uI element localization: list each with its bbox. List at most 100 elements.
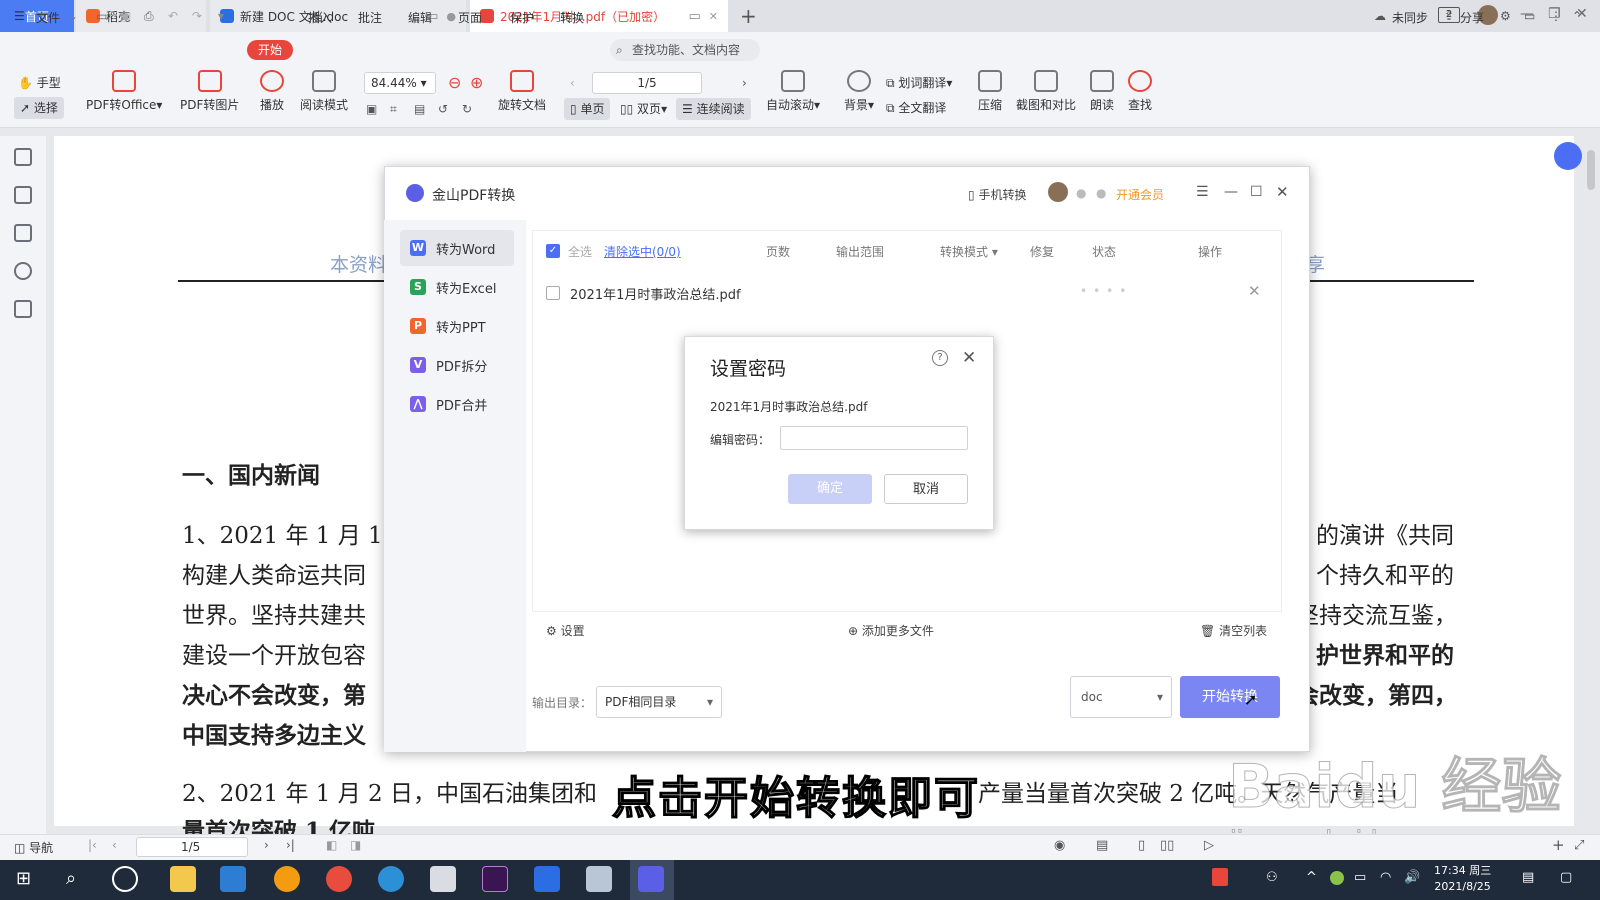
sidebar-item-pdf-merge[interactable]: ⋀ PDF合并 [400,386,514,422]
minimize-icon[interactable]: — [1224,184,1238,200]
wifi-icon[interactable]: ◠ [1380,870,1391,885]
app-icon[interactable] [430,866,456,892]
cloud-sync-icon[interactable]: ☁ [1374,9,1386,23]
settings-icon[interactable]: ⚙ [1500,9,1511,23]
read-mode-button[interactable]: 阅读模式 [300,70,348,113]
screenshot-compare-button[interactable]: 截图和对比 [1016,70,1076,113]
nav-button[interactable]: ◫ 导航 [14,839,53,856]
continuous-read-button[interactable]: ☰ 连续阅读 [676,98,751,120]
comment-icon[interactable]: ▭ [1524,9,1535,23]
find-button[interactable]: 查找 [1128,70,1152,113]
select-all-label[interactable]: 全选 [568,243,592,260]
tray-expand-icon[interactable]: ^ [1306,870,1317,885]
floating-assistant-icon[interactable] [1554,142,1582,170]
pdf-converter-icon[interactable] [638,866,664,892]
scrollbar[interactable] [1586,140,1596,820]
pdf-to-image-button[interactable]: PDF转图片 [180,70,239,113]
zoom-out-icon[interactable]: ⊖ [448,72,461,94]
next-page-icon[interactable]: › [742,72,747,94]
dialog-close-icon[interactable]: ✕ [962,348,976,368]
share-icon[interactable]: ⇪ [1444,9,1454,23]
notification-icon[interactable]: ▤ [1522,870,1534,885]
customize-icon[interactable]: ▾ [218,9,224,23]
user-avatar[interactable] [1048,182,1068,202]
close-icon[interactable]: ✕ [1276,183,1289,201]
task-view-icon[interactable] [112,866,138,892]
person-icon[interactable]: ⚇ [1266,870,1278,885]
collapse-ribbon-icon[interactable]: ⌃ [1572,9,1582,23]
phone-convert-button[interactable]: ▯ 手机转换 [968,186,1026,203]
prev-page-icon[interactable]: ‹ [570,72,575,94]
pdf-to-office-button[interactable]: PDF转Office▾ [86,70,162,113]
share-button[interactable]: 分享 [1460,9,1484,26]
zoom-in-icon[interactable]: ⊕ [470,72,483,94]
eye-icon[interactable]: ◉ [1054,838,1065,853]
add-files-button[interactable]: ⊕ 添加更多文件 [848,622,934,639]
cancel-button[interactable]: 取消 [884,474,968,504]
last-page-icon[interactable]: ›| [286,838,295,852]
search-icon[interactable]: ⌕ [66,868,76,889]
edit-password-input[interactable] [780,426,968,450]
action-center-icon[interactable]: ▢ [1560,870,1572,885]
next-page-icon[interactable]: › [264,838,269,852]
file-explorer-icon[interactable] [170,866,196,892]
fit-page-icon[interactable]: ▣ [366,98,377,120]
ok-button[interactable]: 确定 [788,474,872,504]
close-tab-icon[interactable]: ✕ [709,10,718,23]
prev-page-icon[interactable]: ‹ [112,838,117,852]
thumbnail-icon[interactable] [14,186,32,204]
app-icon[interactable] [378,866,404,892]
sidebar-item-to-excel[interactable]: S 转为Excel [400,269,514,305]
rotate-doc-button[interactable]: 旋转文档 [498,70,546,113]
auto-scroll-button[interactable]: 自动滚动▾ [766,70,820,113]
first-page-icon[interactable]: |‹ [88,838,97,852]
scroll-thumb[interactable] [1587,150,1595,190]
settings-button[interactable]: ⚙ 设置 [546,622,585,639]
tab-pdf-active[interactable]: 2021年1月时...pdf（已加密） ▭ ✕ [470,0,728,32]
back-icon[interactable]: ◧ [326,838,337,852]
rotate-right-icon[interactable]: ↻ [462,98,472,120]
menu-annotate[interactable]: 批注 [358,9,382,26]
menu-convert[interactable]: 转换 [560,9,584,26]
premiere-icon[interactable] [482,866,508,892]
battery-icon[interactable]: ▭ [1354,870,1366,885]
bookmark-icon[interactable] [14,148,32,166]
background-button[interactable]: 背景▾ [844,70,874,113]
menu-insert[interactable]: 插入 [308,9,332,26]
output-dir-select[interactable]: PDF相同目录 ▾ [596,686,722,718]
vip-button[interactable]: 开通会员 [1116,186,1164,203]
menu-edit[interactable]: 编辑 [408,9,432,26]
remove-file-icon[interactable]: ✕ [1248,282,1261,300]
app-icon[interactable] [274,866,300,892]
single-page-button[interactable]: ▯ 单页 [564,98,611,120]
menu-protect[interactable]: 保护 [510,9,534,26]
zoom-select[interactable]: 84.44% ▾ [364,72,436,94]
fit-icon[interactable]: ▤ [1096,838,1108,853]
volume-icon[interactable]: 🔊 [1404,870,1420,885]
menu-start[interactable]: 开始 [247,40,293,60]
start-convert-button[interactable]: 开始转换 [1180,676,1280,718]
status-page-input[interactable]: 1/5 [136,837,248,857]
zoom-in-icon[interactable]: + [1552,836,1565,854]
read-aloud-button[interactable]: 朗读 [1090,70,1114,113]
rotate-left-icon[interactable]: ↺ [438,98,448,120]
sync-status[interactable]: 未同步 [1392,9,1428,26]
signature-icon[interactable] [14,300,32,318]
more-icon[interactable]: ⋮ [1550,9,1562,23]
play-icon[interactable]: ▷ [1204,838,1214,853]
wps-writer-icon[interactable] [534,866,560,892]
forward-icon[interactable]: ◨ [350,838,361,852]
open-folder-icon[interactable]: ▭ [96,9,107,23]
windows-start-icon[interactable]: ⊞ [16,868,31,889]
format-select[interactable]: doc ▾ [1070,676,1172,718]
attachment-icon[interactable] [14,262,32,280]
fit-width-icon[interactable]: ⌗ [390,98,397,120]
menu-icon[interactable]: ☰ [1196,184,1209,200]
select-tool[interactable]: ➚ 选择 [14,97,64,119]
actual-size-icon[interactable]: ▤ [414,98,425,120]
help-icon[interactable]: ? [932,350,948,366]
select-all-checkbox[interactable]: ✓ [546,244,560,258]
save-icon[interactable]: ▣ [120,9,131,23]
sidebar-item-to-word[interactable]: W 转为Word [400,230,514,266]
clear-list-button[interactable]: 🗑 清空列表 [1200,622,1267,639]
